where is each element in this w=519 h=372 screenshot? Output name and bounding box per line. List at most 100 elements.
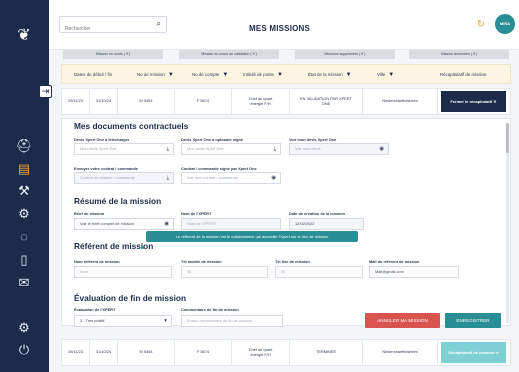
tab-missions-validation[interactable]: Mission en cours de validation ( 9 ) — [179, 50, 279, 59]
settings-icon[interactable]: ⚙ — [14, 205, 34, 223]
gear-icon[interactable]: ⚙ — [14, 319, 34, 337]
filter-dates-label: Dates de début / fin — [74, 72, 113, 77]
helmet-icon[interactable]: ⛑ — [14, 137, 34, 155]
filter-state[interactable]: État de la mission ▼ — [308, 65, 352, 84]
tools-icon[interactable]: ⚒ — [14, 182, 34, 200]
mail-icon[interactable]: ✉ — [14, 274, 34, 292]
referent-mobile-label: Tél mobile de mission — [181, 259, 222, 264]
cell-job-title: Chef de quart énergie F/H — [232, 340, 290, 365]
xpert-name-label: Nom de l'XPERT — [181, 211, 212, 216]
status-tabs: Mission en cours ( 9 ) Mission en cours … — [63, 50, 509, 59]
cancel-mission-button[interactable]: ANNULER MA MISSION — [365, 313, 440, 328]
referent-fixed-label: Tél fixe de mission — [275, 259, 310, 264]
filter-recap: Récapitulatif de mission — [440, 65, 486, 84]
sidebar: ❦ ⛑ ▤ ⚒ ⚙ ◌ ▯ ✉ ⚙ ⏻ — [0, 0, 49, 372]
scrollbar[interactable] — [506, 123, 509, 323]
xpert-name-placeholder: Nom de l'XPERT — [187, 221, 217, 226]
filter-dates[interactable]: Dates de début / fin — [74, 65, 112, 84]
view-quote-placeholder: Voir mon devis — [295, 146, 321, 151]
referent-name-label: Nom référent de mission — [74, 259, 120, 264]
cell-state: TERMINÉE — [290, 340, 363, 365]
cell-account-no: F 5874 — [175, 340, 232, 365]
filter-icon[interactable]: ▼ — [168, 72, 174, 78]
mission-row-open[interactable]: 29/11/23 31/10/24 M 5454 F 5874 Chef de … — [61, 88, 511, 115]
collapse-icon[interactable]: ⇥ — [39, 85, 52, 98]
evaluation-value: 3 - Très positif — [80, 318, 105, 323]
filter-job-title[interactable]: Intitulé de poste ▼ — [243, 65, 283, 84]
info-dot-icon[interactable] — [141, 246, 144, 249]
download-icon[interactable]: ⤓ — [167, 144, 169, 154]
cell-end-date: 31/10/24 — [90, 89, 118, 114]
filter-account-no[interactable]: No de compte ▼ — [192, 65, 228, 84]
filter-icon[interactable]: ▼ — [222, 72, 228, 78]
cell-city: Niedershaeffolsheim — [363, 340, 438, 365]
upload-quote-placeholder: Mon devis Xpert One — [187, 146, 224, 151]
refresh-icon[interactable]: ↻ — [475, 19, 487, 31]
power-icon[interactable]: ⏻ — [14, 341, 34, 359]
close-recap-button[interactable]: Fermer le récapitulatif ✕ — [441, 91, 506, 112]
download-quote-field[interactable]: Mon devis Xpert One ⤓ — [74, 143, 174, 155]
document-icon[interactable]: ▯ — [14, 251, 34, 269]
comment-input[interactable]: Entrez commentaire de fin de mission — [181, 315, 283, 327]
filter-job-title-label: Intitulé de poste — [243, 72, 275, 77]
referent-mail-label: Mail du référent de mission — [369, 259, 420, 264]
evaluation-label: Évaluation de l'XPERT — [74, 307, 116, 312]
referent-mobile-input[interactable]: 06 — [181, 266, 268, 278]
mission-row-finished[interactable]: 29/11/23 31/10/24 M 5454 F 5874 Chef de … — [61, 339, 511, 366]
referent-mail-input[interactable]: Mail@gmail.com — [369, 266, 459, 278]
filter-city[interactable]: Ville ▼ — [377, 65, 394, 84]
cell-mission-no: M 5454 — [118, 89, 175, 114]
tab-missions-terminees[interactable]: Mission terminées ( 9 ) — [409, 50, 509, 59]
referent-name-input[interactable]: Nom — [74, 266, 172, 278]
search-box[interactable]: ⌕ — [59, 16, 167, 37]
download-quote-placeholder: Mon devis Xpert One — [80, 146, 117, 151]
top-bar: ⌕ MES MISSIONS ↻ MIRA — [49, 0, 519, 50]
filter-mission-no[interactable]: No de mission ▼ — [137, 65, 174, 84]
creation-date-value: 12/02/2022 — [295, 221, 315, 226]
evaluation-section-title: Évaluation de fin de mission — [74, 293, 187, 303]
send-contract-label: Envoyer votre contrat / commande — [74, 166, 138, 171]
cell-start-date: 29/11/23 — [62, 340, 90, 365]
signed-contract-placeholder: Voir mon contrat / commande — [187, 175, 238, 180]
avatar[interactable]: MIRA — [495, 14, 515, 34]
evaluation-select[interactable]: 3 - Très positif ▾ — [74, 315, 172, 327]
filter-icon[interactable]: ▼ — [346, 72, 352, 78]
signed-contract-field[interactable]: Voir mon contrat / commande ◉ — [181, 172, 281, 184]
upload-icon[interactable]: ⤓ — [274, 144, 276, 154]
filter-bar: Dates de début / fin No de mission ▼ No d… — [61, 64, 511, 84]
referent-fixed-input[interactable]: 06 — [275, 266, 363, 278]
referent-mail-value: Mail@gmail.com — [375, 269, 404, 274]
cell-end-date: 31/10/24 — [90, 340, 118, 365]
brief-field[interactable]: Voir le brief complet de mission ◉ — [74, 218, 174, 230]
signed-contract-label: Contrat / commande signé par Xpert One — [181, 166, 257, 171]
tab-missions-supprimees[interactable]: Missions supprimées ( 9 ) — [295, 50, 395, 59]
upload-quote-label: Devis Xpert One à uploader signé — [181, 137, 244, 142]
xpert-name-field[interactable]: Nom de l'XPERT — [181, 218, 281, 230]
search-input[interactable] — [60, 21, 148, 37]
filter-state-label: État de la mission — [308, 72, 343, 77]
chat-icon[interactable]: ◌ — [14, 228, 34, 246]
briefcase-icon[interactable]: ▤ — [14, 160, 34, 178]
brief-value: Voir le brief complet de mission — [80, 221, 134, 226]
tab-missions-en-cours[interactable]: Mission en cours ( 9 ) — [63, 50, 163, 59]
logo-icon[interactable]: ❦ — [14, 26, 34, 46]
send-contract-field[interactable]: Contrat de mission / commande ⤓ — [74, 172, 174, 184]
search-icon[interactable]: ⌕ — [157, 19, 161, 29]
eye-icon[interactable]: ◉ — [271, 173, 276, 183]
filter-icon[interactable]: ▼ — [277, 72, 283, 78]
filter-icon[interactable]: ▼ — [388, 72, 394, 78]
cell-city: Niedershaeffolsheim — [363, 89, 438, 114]
upload-icon[interactable]: ⤓ — [167, 173, 169, 183]
download-quote-label: Devis Xpert One à télécharger — [74, 137, 130, 142]
eye-icon[interactable]: ◉ — [379, 144, 384, 154]
scrollbar-thumb[interactable] — [506, 123, 509, 153]
filter-mission-no-label: No de mission — [137, 72, 165, 77]
upload-quote-field[interactable]: Mon devis Xpert One ⤓ — [181, 143, 281, 155]
view-quote-field[interactable]: Voir mon devis ◉ — [289, 143, 389, 155]
cell-mission-no: M 5454 — [118, 340, 175, 365]
chevron-down-icon[interactable]: ▾ — [164, 316, 167, 326]
save-button[interactable]: ENREGISTRER — [445, 313, 501, 328]
recap-mission-button[interactable]: Récapitulatif de mission ⇒ — [441, 342, 506, 363]
eye-icon[interactable]: ◉ — [164, 219, 169, 229]
creation-date-field[interactable]: 12/02/2022 — [289, 218, 364, 230]
